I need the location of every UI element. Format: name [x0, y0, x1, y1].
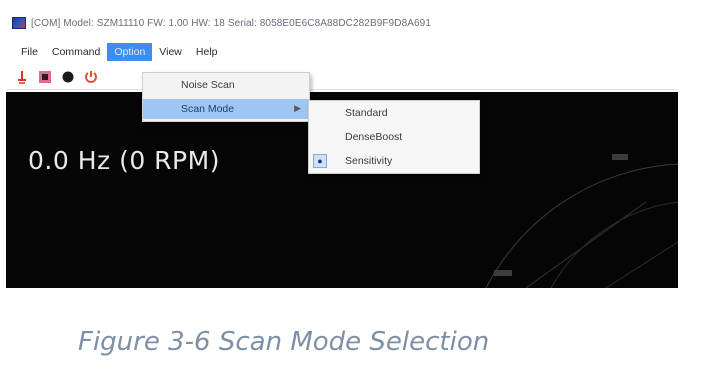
- chevron-right-icon: ▶: [294, 103, 301, 113]
- app-window: [COM] Model: SZM11110 FW: 1.00 HW: 18 Se…: [6, 8, 678, 288]
- menu-bar: File Command Option View Help: [6, 42, 678, 62]
- laser-button[interactable]: [12, 67, 31, 86]
- figure-caption: Figure 3-6 Scan Mode Selection: [78, 327, 490, 357]
- stop-button[interactable]: [35, 67, 54, 86]
- record-icon: [62, 71, 73, 82]
- laser-icon: [17, 70, 26, 84]
- scan-mode-label: Scan Mode: [181, 103, 235, 115]
- submenu-item-sensitivity[interactable]: ● Sensitivity: [309, 151, 479, 171]
- reset-icon: [84, 70, 97, 83]
- scan-mode-submenu: Standard DenseBoost ● Sensitivity: [308, 100, 480, 174]
- menu-help[interactable]: Help: [189, 43, 225, 61]
- record-button[interactable]: [58, 67, 77, 86]
- reset-button[interactable]: [81, 67, 100, 86]
- submenu-item-denseboost[interactable]: DenseBoost: [309, 127, 479, 147]
- standard-label: Standard: [345, 107, 388, 119]
- menu-view[interactable]: View: [152, 43, 189, 61]
- option-menu: Noise Scan Scan Mode ▶: [142, 72, 310, 122]
- title-bar: [COM] Model: SZM11110 FW: 1.00 HW: 18 Se…: [6, 8, 678, 38]
- menu-item-scan-mode[interactable]: Scan Mode ▶: [143, 99, 309, 119]
- sensitivity-label: Sensitivity: [345, 155, 393, 167]
- menu-item-noise-scan[interactable]: Noise Scan: [143, 75, 309, 95]
- window-title: [COM] Model: SZM11110 FW: 1.00 HW: 18 Se…: [31, 17, 432, 29]
- denseboost-label: DenseBoost: [345, 131, 403, 143]
- menu-file[interactable]: File: [14, 43, 45, 61]
- radio-dot-icon: ●: [313, 154, 327, 168]
- submenu-item-standard[interactable]: Standard: [309, 103, 479, 123]
- menu-option[interactable]: Option: [107, 43, 153, 61]
- stop-icon: [38, 70, 51, 83]
- app-icon: [12, 17, 26, 29]
- menu-command[interactable]: Command: [45, 43, 107, 61]
- toolbar: [6, 64, 678, 90]
- noise-scan-label: Noise Scan: [181, 79, 235, 91]
